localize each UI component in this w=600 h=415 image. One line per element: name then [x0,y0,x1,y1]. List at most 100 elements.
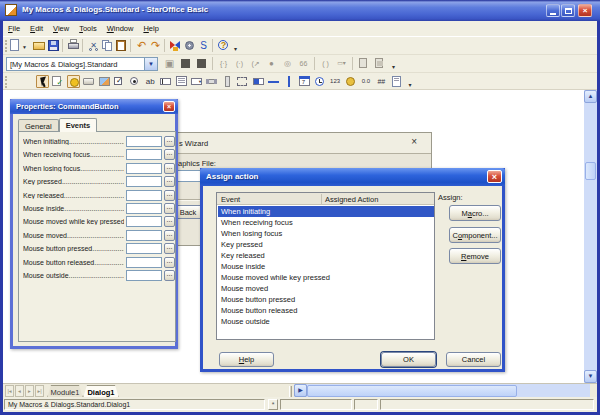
starbasic-icon[interactable]: S [197,39,210,52]
help-icon[interactable]: ? [217,39,230,52]
run-icon[interactable] [179,57,192,70]
browse-button[interactable]: ... [164,203,175,214]
event-list-item[interactable]: Mouse button pressed [218,294,434,305]
print-icon[interactable] [67,39,80,52]
menu-view[interactable]: View [48,21,74,36]
event-list-item[interactable]: Mouse moved [218,283,434,294]
scroll-down-icon[interactable]: ▼ [584,370,597,383]
event-value-input[interactable] [126,136,162,147]
browse-button[interactable]: ... [164,257,175,268]
minimize-button[interactable] [546,4,560,17]
menu-window[interactable]: Window [102,21,139,36]
event-list-item[interactable]: When receiving focus [218,217,434,228]
time-field-icon[interactable] [313,75,326,88]
browse-button[interactable]: ... [164,270,175,281]
pattern-field-icon[interactable]: ## [375,75,388,88]
event-value-input[interactable] [126,270,162,281]
tab-nav-next[interactable]: ▸ [25,385,34,397]
tab-nav-last[interactable]: ▸| [35,385,44,397]
library-combobox[interactable]: [My Macros & Dialogs].Standard ▼ [6,57,158,71]
ok-button[interactable]: OK [381,352,436,367]
event-value-input[interactable] [126,190,162,201]
help-button[interactable]: Help [219,352,274,367]
horizontal-scrollbar[interactable]: ◀ ▶ [294,384,590,398]
event-list-item[interactable]: Key released [218,250,434,261]
browse-button[interactable]: ... [164,216,175,227]
event-list-item[interactable]: Mouse button released [218,305,434,316]
objects-icon[interactable] [373,57,386,70]
navigator-icon[interactable] [169,39,182,52]
event-list-item[interactable]: When losing focus [218,228,434,239]
insert-source-icon[interactable]: ▭▾ [335,57,348,70]
breakpoint-icon[interactable]: ● [265,57,278,70]
browse-button[interactable]: ... [164,136,175,147]
open-icon[interactable] [33,39,46,52]
numeric-field-icon[interactable]: 123 [329,75,342,88]
step-out-icon[interactable]: (↗ [249,57,262,70]
compile-icon[interactable]: ▣ [163,57,176,70]
save-icon[interactable] [47,39,60,52]
vertical-scrollbar-icon[interactable] [221,75,234,88]
assign-dialog-close-icon[interactable]: × [487,170,502,183]
copy-icon[interactable] [101,39,114,52]
browse-button[interactable]: ... [164,243,175,254]
splitter-handle[interactable] [289,386,292,397]
properties-dialog-close-icon[interactable]: × [163,101,175,112]
event-value-input[interactable] [126,230,162,241]
toolbar-overflow-icon[interactable]: ▾ [409,81,412,88]
tab-nav-prev[interactable]: ◂ [15,385,24,397]
new-document-icon[interactable]: ▼ [8,39,21,52]
modules-icon[interactable] [357,57,370,70]
test-mode-icon[interactable]: ✓ [51,75,64,88]
combo-box-icon[interactable]: ▼ [190,75,203,88]
cancel-button[interactable]: Cancel [446,352,501,367]
browse-button[interactable]: ... [164,190,175,201]
select-icon[interactable] [36,75,49,88]
menu-edit[interactable]: Edit [25,21,48,36]
browse-button[interactable]: ... [164,163,175,174]
vertical-line-icon[interactable] [282,75,295,88]
stop-icon[interactable] [195,57,208,70]
event-value-input[interactable] [126,203,162,214]
menu-help[interactable]: Help [138,21,163,36]
gear-icon[interactable] [183,39,196,52]
label-field-icon[interactable]: ab [144,75,157,88]
menu-tools[interactable]: Tools [74,21,102,36]
group-box-icon[interactable] [236,75,249,88]
event-value-input[interactable] [126,176,162,187]
component-button[interactable]: Component... [449,227,501,243]
toolbar-handle[interactable] [5,76,8,88]
step-into-icon[interactable]: {·} [217,57,230,70]
scroll-up-icon[interactable]: ▲ [584,90,597,103]
horizontal-scrollbar-thumb[interactable] [307,385,517,397]
event-list-item[interactable]: When initiating [218,206,434,217]
horizontal-scrollbar-icon[interactable] [205,75,218,88]
language-icon[interactable] [67,75,80,88]
step-over-icon[interactable]: (·) [233,57,246,70]
file-selection-icon[interactable] [390,75,403,88]
event-list[interactable]: Event Assigned Action When initiatingWhe… [216,192,435,340]
browse-button[interactable]: ... [164,230,175,241]
find-parentheses-icon[interactable]: ( ) [319,57,332,70]
vertical-scrollbar[interactable]: ▲ ▼ [584,90,597,383]
date-field-icon[interactable]: 7 [298,75,311,88]
toolbar-overflow-icon[interactable]: ▾ [234,45,237,52]
image-control-icon[interactable] [98,75,111,88]
menu-file[interactable]: File [3,21,25,36]
event-list-item[interactable]: Mouse outside [218,316,434,327]
event-value-input[interactable] [126,163,162,174]
currency-field-icon[interactable]: $ [344,75,357,88]
event-value-input[interactable] [126,243,162,254]
vertical-scrollbar-thumb[interactable] [585,162,596,180]
watch-icon[interactable]: 66 [297,57,310,70]
option-button-icon[interactable] [128,75,141,88]
tab-events[interactable]: Events [59,118,98,132]
combobox-dropdown-icon[interactable]: ▼ [144,58,157,70]
tab-nav-first[interactable]: |◂ [5,385,14,397]
toolbar-overflow-icon[interactable]: ▾ [392,63,395,70]
paste-icon[interactable] [115,39,128,52]
event-value-input[interactable] [126,257,162,268]
macro-button[interactable]: Macro... [449,205,501,221]
list-box-icon[interactable] [175,75,188,88]
cut-icon[interactable]: ✕ [87,39,100,52]
